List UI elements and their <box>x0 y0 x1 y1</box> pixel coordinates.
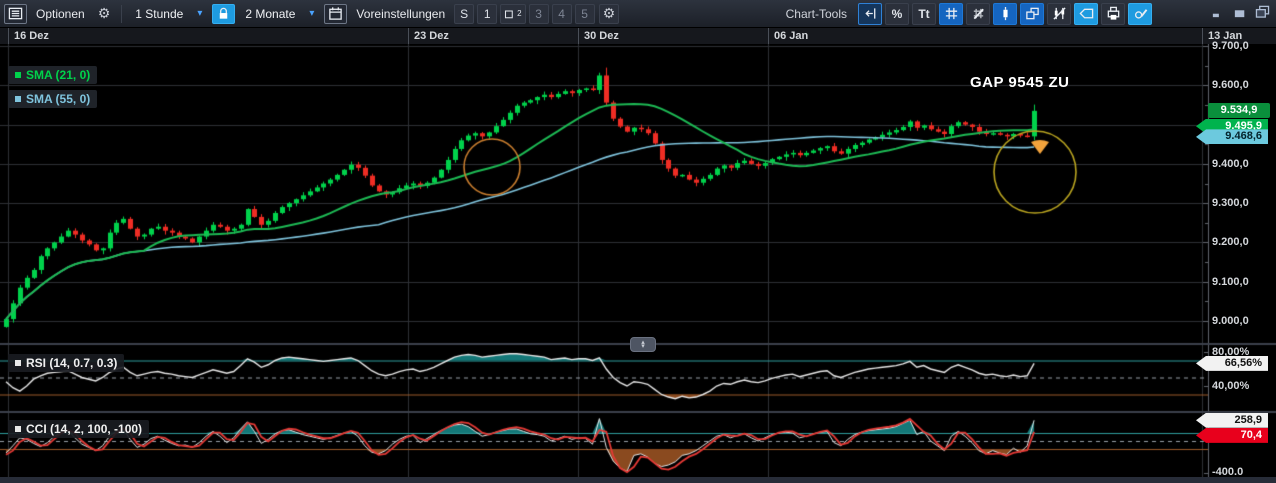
price-tick-label: 9.100,0 <box>1212 275 1249 288</box>
range-value: 2 Monate <box>245 6 296 21</box>
chevron-down-icon: ▾ <box>197 8 203 19</box>
sma55-price-tag: 9.468,6 <box>1196 129 1268 145</box>
sma55-bullet-icon <box>15 96 21 102</box>
percent-tool-icon[interactable]: % <box>885 2 909 25</box>
text-tool-icon[interactable]: Tt <box>912 2 936 25</box>
chart-canvas[interactable] <box>0 44 1276 483</box>
gear-icon[interactable]: ⚙ <box>598 3 620 24</box>
chart-tools-label: Chart-Tools <box>785 6 847 21</box>
rsi-bullet-icon <box>15 360 21 366</box>
cci-bullet-icon <box>15 426 21 432</box>
date-tick-label: 06 Jan <box>774 30 809 42</box>
chart-tools-group: % Tt <box>858 2 1152 25</box>
interval-dropdown[interactable]: 1 Stunde ▾ <box>129 4 208 24</box>
date-tick-mark <box>768 28 769 44</box>
sma21-bullet-icon <box>15 72 21 78</box>
date-tick-mark <box>8 28 9 44</box>
legend-cci[interactable]: CCI (14, 2, 100, -100) <box>8 420 150 438</box>
sma21-label: SMA (21, 0) <box>26 68 91 82</box>
candlestick-tool-icon[interactable] <box>993 2 1017 25</box>
chart-area: SMA (21, 0) SMA (55, 0) GAP 9545 ZU RSI … <box>0 40 1276 483</box>
price-tick-label: 9.000,0 <box>1212 315 1249 328</box>
date-tick-mark <box>578 28 579 44</box>
cci-white-value-tag: 258,9 <box>1196 412 1268 428</box>
layout-preset-5[interactable]: 5 <box>574 3 595 24</box>
rsi-label: RSI (14, 0.7, 0.3) <box>26 356 118 370</box>
cascade-tool-icon[interactable] <box>1020 2 1044 25</box>
range-dropdown[interactable]: 2 Monate ▾ <box>239 4 320 24</box>
grid-draw-tool-icon[interactable] <box>966 2 990 25</box>
voreinstellungen-label[interactable]: Voreinstellungen <box>351 7 450 21</box>
date-tick-label: 23 Dez <box>414 30 449 42</box>
gap-annotation-text: GAP 9545 ZU <box>970 74 1070 91</box>
grid-tool-icon[interactable] <box>939 2 963 25</box>
date-tick-label: 30 Dez <box>584 30 619 42</box>
bottom-scroll-strip[interactable] <box>0 477 1276 483</box>
cascade-windows-window-icon[interactable] <box>1254 4 1270 18</box>
interval-value: 1 Stunde <box>135 6 184 21</box>
main-toolbar: Optionen ⚙ 1 Stunde ▾ 2 Monate ▾ Voreins… <box>0 0 1276 28</box>
legend-sma21[interactable]: SMA (21, 0) <box>8 66 98 84</box>
candles-draw-tool-icon[interactable] <box>1047 2 1071 25</box>
price-tick-label: 9.700,0 <box>1212 40 1249 52</box>
legend-sma55[interactable]: SMA (55, 0) <box>8 90 98 108</box>
layout-preset-s[interactable]: S <box>454 3 475 24</box>
layout-preset-buttons: S12345 <box>454 3 595 24</box>
legend-rsi[interactable]: RSI (14, 0.7, 0.3) <box>8 354 125 372</box>
pane-splitter-handle[interactable]: ▴ ▾ <box>630 337 656 352</box>
eraser-tool-icon[interactable] <box>1074 2 1098 25</box>
price-tick-label: 9.600,0 <box>1212 79 1249 92</box>
cci-red-value-tag: 70,4 <box>1196 427 1268 443</box>
calendar-icon[interactable] <box>324 3 348 24</box>
cci-label: CCI (14, 2, 100, -100) <box>26 422 143 436</box>
rsi-tick-label: 40,00% <box>1212 380 1250 392</box>
layout-preset-3[interactable]: 3 <box>528 3 549 24</box>
lock-icon[interactable] <box>212 3 236 24</box>
undo-tool-icon[interactable] <box>858 2 882 25</box>
date-tick-mark <box>1202 28 1203 44</box>
date-tick-mark <box>408 28 409 44</box>
separator <box>121 4 123 23</box>
layout-preset-2[interactable]: 2 <box>500 3 526 24</box>
date-axis: 16 Dez 23 Dez 30 Dez 06 Jan 13 Jan <box>0 28 1276 45</box>
sma55-label: SMA (55, 0) <box>26 92 91 106</box>
window-controls <box>1210 4 1270 18</box>
optionen-label[interactable]: Optionen <box>31 7 90 21</box>
splitter-down-icon: ▾ <box>641 342 645 350</box>
price-tick-label: 9.200,0 <box>1212 236 1249 249</box>
settings-draw-tool-icon[interactable] <box>1128 2 1152 25</box>
printer-tool-icon[interactable] <box>1101 2 1125 25</box>
restore-window-icon[interactable] <box>1232 4 1248 18</box>
layout-preset-4[interactable]: 4 <box>551 3 572 24</box>
gear-icon[interactable]: ⚙ <box>94 4 115 24</box>
last-price-tag: 9.534,9 <box>1208 103 1270 119</box>
date-tick-label: 16 Dez <box>14 30 49 42</box>
layout-preset-1[interactable]: 1 <box>477 3 498 24</box>
chevron-down-icon: ▾ <box>309 8 315 19</box>
trading-app-window: Optionen ⚙ 1 Stunde ▾ 2 Monate ▾ Voreins… <box>0 0 1276 483</box>
price-tick-label: 9.300,0 <box>1212 197 1249 210</box>
minimize-window-icon[interactable] <box>1210 4 1226 18</box>
rsi-value-tag: 66,56% <box>1196 355 1268 371</box>
price-tick-label: 9.400,0 <box>1212 157 1249 170</box>
menu-list-icon[interactable] <box>4 3 27 24</box>
